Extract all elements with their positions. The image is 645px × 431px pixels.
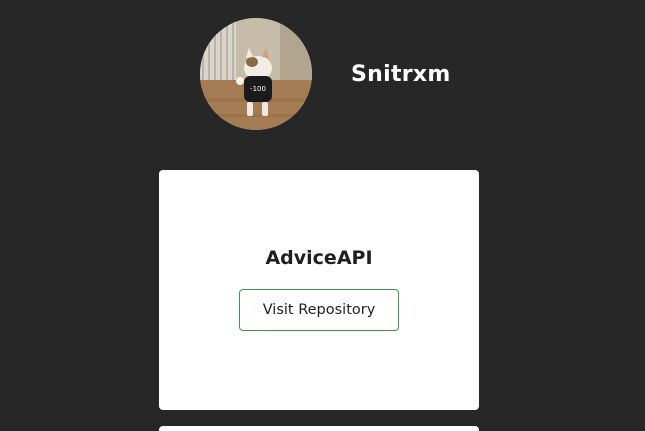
avatar: -100 [200, 18, 312, 130]
visit-repository-button[interactable]: Visit Repository [239, 289, 399, 331]
cat-photo-icon: -100 [200, 18, 312, 130]
username: Snitrxm [351, 61, 451, 87]
profile-header: -100 Snitrxm [200, 18, 451, 130]
repo-title: AdviceAPI [265, 247, 373, 269]
svg-text:-100: -100 [250, 85, 266, 93]
repo-card: AdviceAPI Visit Repository [159, 170, 479, 410]
repo-card-next [159, 426, 479, 431]
page: -100 Snitrxm AdviceAPI Visit Repository [0, 0, 645, 431]
